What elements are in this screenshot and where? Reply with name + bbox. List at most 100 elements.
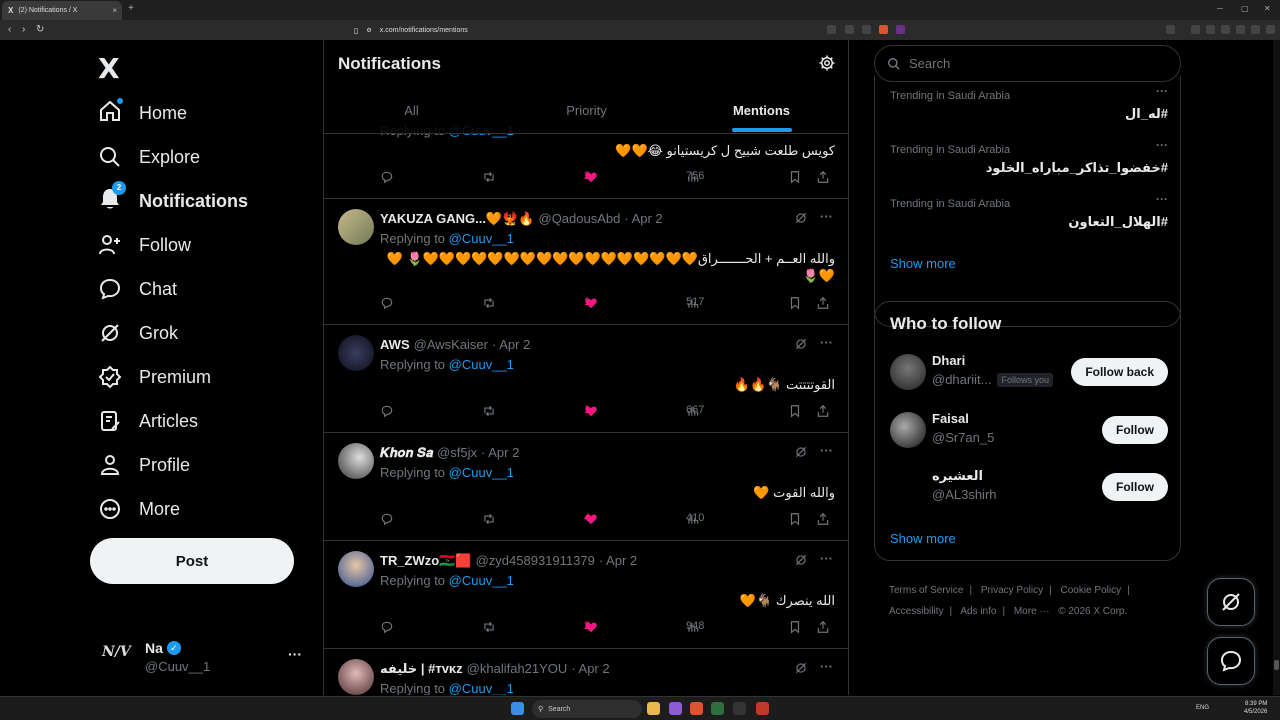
reload-icon[interactable]: ↻ (36, 24, 44, 35)
clock[interactable]: 8:39 PM 4/5/2026 (1244, 700, 1267, 716)
avatar[interactable] (338, 209, 374, 245)
mention-link[interactable]: @Cuuv__1 (449, 357, 514, 372)
taskbar-search[interactable]: ⚲ Search (532, 700, 642, 718)
nav-grok[interactable]: Grok (98, 313, 178, 353)
tab-all[interactable]: All (324, 90, 499, 134)
avatar[interactable] (890, 469, 926, 505)
forward-icon[interactable]: › (22, 24, 25, 35)
tweet-more-icon[interactable]: ··· (820, 659, 833, 674)
nav-premium[interactable]: Premium (98, 357, 211, 397)
start-icon[interactable] (511, 702, 524, 715)
share-button[interactable] (816, 404, 830, 418)
like-button[interactable]: 2 (584, 620, 598, 634)
bookmark-button[interactable] (788, 512, 802, 526)
tweet[interactable]: خليفه | #ᴛᴠᴋᴢ @khalifah21YOU · Apr 2 ··· R… (324, 649, 848, 695)
scrollbar-thumb[interactable] (1274, 660, 1279, 670)
repost-button[interactable] (482, 512, 496, 526)
account-switcher[interactable]: N/V Na ✓ @Cuuv__1 ··· (98, 638, 313, 678)
nav-more[interactable]: More (98, 489, 180, 529)
back-icon[interactable]: ‹ (8, 24, 11, 35)
views-count[interactable]: 948 (686, 620, 704, 634)
user-suggestion[interactable]: العشيره @AL3shirh Follow (890, 467, 1168, 507)
views-count[interactable]: 517 (686, 296, 704, 310)
repost-button[interactable] (482, 620, 496, 634)
tweet-date[interactable]: · Apr 2 (492, 337, 530, 352)
tweet-date[interactable]: · Apr 2 (481, 445, 519, 461)
trend-more-icon[interactable]: ··· (1156, 84, 1168, 98)
follow-show-more-link[interactable]: Show more (890, 531, 956, 546)
bookmark-icon[interactable]: ▯ (354, 26, 358, 35)
file-explorer-icon[interactable] (647, 702, 660, 715)
author-name[interactable]: خليفه | #ᴛᴠᴋᴢ (380, 661, 463, 677)
site-info-icon[interactable]: ⚙ (366, 27, 371, 34)
user-name[interactable]: Faisal (932, 411, 969, 426)
browser-tab[interactable]: X (2) Notifications / X × (2, 1, 122, 20)
trend-more-icon[interactable]: ··· (1156, 192, 1168, 206)
author-name[interactable]: TR_ZWzo🇱🇾🟥 (380, 553, 472, 569)
bookmark-button[interactable] (788, 296, 802, 310)
grok-icon[interactable] (794, 661, 808, 675)
avatar[interactable] (890, 354, 926, 390)
rewards-icon[interactable] (896, 25, 905, 34)
terms-link[interactable]: Terms of Service (889, 585, 963, 596)
tweet[interactable]: YAKUZA GANG...🧡🐦‍🔥🔥 @QadousAbd · Apr 2 ···… (324, 199, 848, 325)
nav-notifications[interactable]: 2 Notifications (98, 180, 248, 221)
reply-button[interactable] (380, 620, 394, 634)
tweet-date[interactable]: · Apr 2 (624, 211, 662, 227)
tweet-more-icon[interactable]: ··· (820, 209, 833, 224)
author-name[interactable]: YAKUZA GANG...🧡🐦‍🔥🔥 (380, 211, 535, 227)
panel-icon[interactable] (1206, 25, 1215, 34)
page-scrollbar[interactable] (1273, 40, 1280, 695)
mention-link[interactable]: @Cuuv__1 (449, 681, 514, 695)
views-count[interactable]: 410 (686, 512, 704, 526)
share-button[interactable] (816, 296, 830, 310)
share-button[interactable] (816, 620, 830, 634)
user-name[interactable]: Dhari (932, 353, 965, 368)
minimize-icon[interactable]: ─ (1217, 4, 1223, 13)
footer-more-link[interactable]: More ··· (1014, 606, 1050, 617)
avatar[interactable] (338, 659, 374, 695)
trends-show-more-link[interactable]: Show more (890, 256, 956, 271)
views-count[interactable]: 756 (686, 170, 704, 184)
tweet[interactable]: AWS @AwsKaiser · Apr 2 ··· Replying to @Cu… (324, 325, 848, 433)
bookmark-button[interactable] (788, 170, 802, 184)
discord-icon[interactable] (669, 702, 682, 715)
tweet-date[interactable]: · Apr 2 (599, 553, 637, 569)
tab-close-icon[interactable]: × (112, 6, 117, 15)
grok-icon[interactable] (794, 337, 808, 351)
ads-info-link[interactable]: Ads info (960, 606, 996, 617)
avatar[interactable] (338, 551, 374, 587)
search-input[interactable]: Search (874, 45, 1181, 82)
extensions-icon[interactable] (1191, 25, 1200, 34)
tweet-date[interactable]: · Apr 2 (571, 661, 609, 677)
grok-icon[interactable] (794, 445, 808, 459)
tweet-more-icon[interactable]: ··· (820, 551, 833, 566)
gear-icon[interactable] (818, 54, 836, 72)
brave-icon[interactable] (690, 702, 703, 715)
extension-icon[interactable] (827, 25, 836, 34)
bookmark-button[interactable] (788, 404, 802, 418)
author-handle[interactable]: @zyd458931911379 (476, 553, 595, 569)
follow-back-button[interactable]: Follow back (1071, 358, 1168, 386)
author-handle[interactable]: @QadousAbd (539, 211, 621, 227)
app-icon[interactable] (733, 702, 746, 715)
account-more-icon[interactable]: ··· (288, 646, 302, 662)
privacy-link[interactable]: Privacy Policy (981, 585, 1043, 596)
grok-icon[interactable] (794, 553, 808, 567)
follow-button[interactable]: Follow (1102, 473, 1168, 501)
tab-priority[interactable]: Priority (499, 90, 674, 134)
brave-shield-icon[interactable] (879, 25, 888, 34)
user-name[interactable]: العشيره (932, 468, 983, 484)
reply-button[interactable] (380, 512, 394, 526)
wallet-icon[interactable] (1221, 25, 1230, 34)
trend-item[interactable]: Trending in Saudi Arabia ··· #الهلال_الت… (890, 192, 1168, 248)
grok-icon[interactable] (794, 211, 808, 225)
like-button[interactable]: 1 (584, 296, 598, 310)
share-icon[interactable] (862, 25, 871, 34)
follow-button[interactable]: Follow (1102, 416, 1168, 444)
nav-chat[interactable]: Chat (98, 269, 177, 309)
reply-button[interactable] (380, 296, 394, 310)
xbox-icon[interactable] (711, 702, 724, 715)
author-name[interactable]: 𝑲𝒉𝒐𝒏 𝑺𝒂 (380, 445, 433, 461)
trend-item[interactable]: Trending in Saudi Arabia ··· #له_ال (890, 84, 1168, 140)
